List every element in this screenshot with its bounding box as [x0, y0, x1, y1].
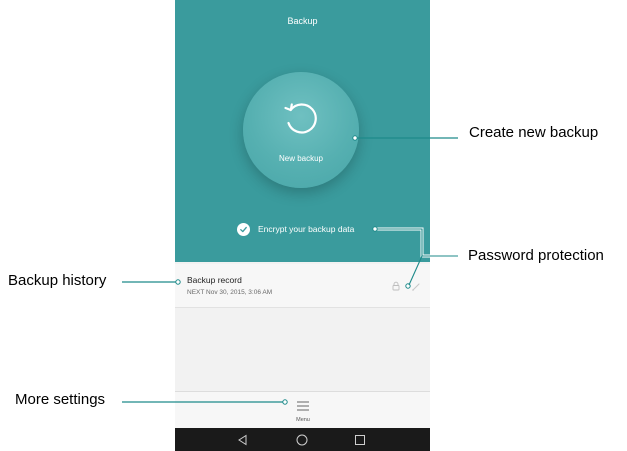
menu-label: Menu — [296, 417, 310, 423]
backup-record-item[interactable]: Backup record NEXT Nov 30, 2015, 3:06 AM — [175, 264, 430, 308]
record-subtitle: NEXT Nov 30, 2015, 3:06 AM — [187, 289, 273, 296]
new-backup-button[interactable]: New backup — [243, 72, 359, 188]
check-icon — [237, 222, 250, 236]
callout-create-new-backup: Create new backup — [469, 124, 599, 141]
phone-screen: Backup New backup Encrypt your backup da… — [175, 0, 430, 451]
home-icon[interactable] — [295, 433, 309, 447]
menu-icon — [297, 401, 309, 411]
back-icon[interactable] — [236, 433, 250, 447]
callout-password-protection: Password protection — [468, 247, 604, 264]
callout-backup-history: Backup history — [8, 272, 107, 289]
record-title: Backup record — [187, 275, 242, 285]
backup-header-panel: Backup New backup Encrypt your backup da… — [175, 0, 430, 262]
recents-icon[interactable] — [353, 433, 367, 447]
new-backup-label: New backup — [278, 154, 324, 163]
encrypt-backup-checkbox[interactable]: Encrypt your backup data — [237, 222, 354, 236]
menu-button[interactable]: Menu — [287, 397, 319, 427]
encrypt-label: Encrypt your backup data — [258, 224, 355, 234]
callout-more-settings: More settings — [15, 391, 106, 408]
lock-icon[interactable] — [391, 281, 401, 291]
refresh-icon — [284, 103, 317, 134]
bottom-toolbar: Menu — [175, 391, 430, 428]
pencil-icon[interactable] — [411, 282, 421, 292]
system-navigation-bar — [175, 428, 430, 451]
screen-title: Backup — [287, 16, 318, 26]
